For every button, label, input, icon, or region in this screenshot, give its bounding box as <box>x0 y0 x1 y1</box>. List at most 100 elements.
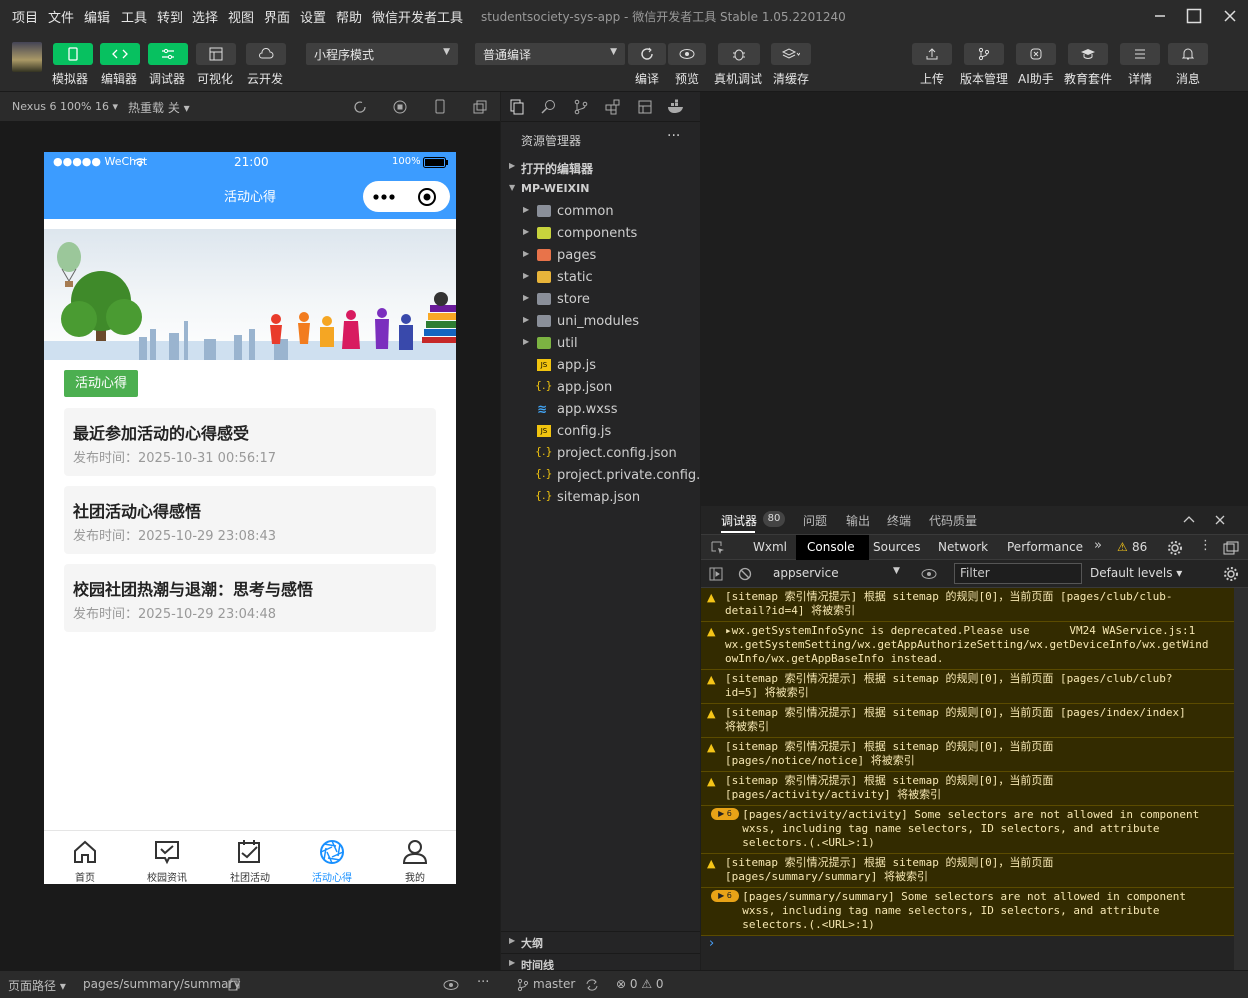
details-button[interactable] <box>1120 43 1160 65</box>
inspect-icon[interactable] <box>711 541 725 555</box>
tree-folder-pages[interactable]: ▶ pages <box>501 245 700 267</box>
rotate-icon[interactable] <box>353 100 367 114</box>
more-actions-icon[interactable]: ··· <box>667 128 680 144</box>
console-warning[interactable]: ▲ [sitemap 索引情况提示] 根据 sitemap 的规则[0]，当前页面… <box>701 588 1234 622</box>
more-dots-icon[interactable] <box>373 193 397 201</box>
copy-icon[interactable] <box>228 978 240 991</box>
menu-interface[interactable]: 界面 <box>264 7 290 26</box>
eye-icon[interactable] <box>921 568 937 580</box>
remote-debug-button[interactable] <box>718 43 760 65</box>
tab-summary[interactable]: 活动心得 <box>291 831 373 884</box>
menu-edit[interactable]: 编辑 <box>84 7 110 26</box>
tab-activities[interactable]: 社团活动 <box>209 831 291 884</box>
summary-card[interactable]: 校园社团热潮与退潮：思考与感悟 发布时间：2025-10-29 23:04:48 <box>64 564 436 632</box>
more-icon[interactable]: ··· <box>477 975 489 990</box>
category-tag[interactable]: 活动心得 <box>64 370 138 397</box>
chevron-down-icon[interactable]: ▼ <box>893 566 900 576</box>
docker-icon[interactable] <box>667 99 685 115</box>
cloud-button[interactable] <box>246 43 286 65</box>
menu-settings[interactable]: 设置 <box>300 7 326 26</box>
tree-folder-components[interactable]: ▶ components <box>501 223 700 245</box>
tab-home[interactable]: 首页 <box>44 831 126 884</box>
compile-select[interactable]: 普通编译 ▼ <box>475 43 625 65</box>
console-warning[interactable]: ▲ [sitemap 索引情况提示] 根据 sitemap 的规则[0]，当前页面… <box>701 704 1234 738</box>
tree-folder-store[interactable]: ▶ store <box>501 289 700 311</box>
console-warning[interactable]: ▲ [sitemap 索引情况提示] 根据 sitemap 的规则[0]，当前页面… <box>701 772 1234 806</box>
console-warning[interactable]: ▲ [sitemap 索引情况提示] 根据 sitemap 的规则[0]，当前页面… <box>701 738 1234 772</box>
tab-debugger[interactable]: 调试器 <box>721 512 757 529</box>
visual-button[interactable] <box>196 43 236 65</box>
tree-file-app-wxss[interactable]: ≋ app.wxss <box>501 399 700 421</box>
editor-button[interactable] <box>100 43 140 65</box>
problem-counts[interactable]: ⊗ 0 ⚠ 0 <box>616 977 664 991</box>
tab-news[interactable]: 校园资讯 <box>126 831 208 884</box>
extensions-icon[interactable] <box>605 99 621 115</box>
menu-tools[interactable]: 工具 <box>121 7 147 26</box>
menu-project[interactable]: 项目 <box>12 7 38 26</box>
console-warning[interactable]: ▶ 6 [pages/summary/summary] Some selecto… <box>701 888 1234 936</box>
sync-icon[interactable] <box>585 978 599 992</box>
phone-icon[interactable] <box>434 99 446 115</box>
tree-file-sitemap[interactable]: {.} sitemap.json <box>501 487 700 509</box>
tree-file-project-config[interactable]: {.} project.config.json <box>501 443 700 465</box>
tree-file-project-private-config[interactable]: {.} project.private.config.js... <box>501 465 700 487</box>
devtools-tab-wxml[interactable]: Wxml <box>753 540 787 554</box>
version-button[interactable] <box>964 43 1004 65</box>
tree-file-app-js[interactable]: JS app.js <box>501 355 700 377</box>
menu-goto[interactable]: 转到 <box>157 7 183 26</box>
storage-icon[interactable] <box>637 99 653 115</box>
popout-icon[interactable] <box>473 100 487 114</box>
maximize-button[interactable] <box>1179 4 1209 28</box>
compile-button[interactable] <box>628 43 666 65</box>
devtools-tab-sources[interactable]: Sources <box>873 540 920 554</box>
sidebar-toggle-icon[interactable] <box>709 567 723 581</box>
console-warning[interactable]: ▶ 6 [pages/activity/activity] Some selec… <box>701 806 1234 854</box>
mode-select[interactable]: 小程序模式 ▼ <box>306 43 458 65</box>
console-prompt[interactable]: › <box>709 936 714 951</box>
tree-folder-util[interactable]: ▶ util <box>501 333 700 355</box>
summary-card[interactable]: 最近参加活动的心得感受 发布时间：2025-10-31 00:56:17 <box>64 408 436 476</box>
filter-input[interactable]: Filter <box>954 563 1082 584</box>
simulator-button[interactable] <box>53 43 93 65</box>
debugger-button[interactable] <box>148 43 188 65</box>
eye-icon[interactable] <box>443 979 459 991</box>
messages-button[interactable] <box>1168 43 1208 65</box>
levels-select[interactable]: Default levels ▾ <box>1090 566 1182 580</box>
clear-console-icon[interactable] <box>738 567 752 581</box>
clear-cache-button[interactable] <box>771 43 811 65</box>
tab-problems[interactable]: 问题 <box>803 512 827 529</box>
devtools-tab-network[interactable]: Network <box>938 540 988 554</box>
gear-icon[interactable] <box>1167 540 1183 556</box>
outline-section[interactable]: ▶ 大纲 <box>501 931 700 953</box>
tab-code-quality[interactable]: 代码质量 <box>929 512 977 529</box>
page-path-select[interactable]: 页面路径 ▾ <box>8 977 66 994</box>
gear-icon[interactable] <box>1223 566 1239 582</box>
kebab-menu-icon[interactable]: ⋮ <box>1199 538 1212 553</box>
open-editors-section[interactable]: ▶ 打开的编辑器 <box>501 157 700 179</box>
devtools-tab-console[interactable]: Console <box>807 540 855 554</box>
tree-file-config-js[interactable]: JS config.js <box>501 421 700 443</box>
console-scrollbar[interactable] <box>1234 588 1248 970</box>
preview-button[interactable] <box>668 43 706 65</box>
tree-folder-common[interactable]: ▶ common <box>501 201 700 223</box>
tree-folder-uni-modules[interactable]: ▶ uni_modules <box>501 311 700 333</box>
close-button[interactable] <box>1215 4 1245 28</box>
menu-help[interactable]: 帮助 <box>336 7 362 26</box>
close-miniapp-icon[interactable] <box>417 187 437 207</box>
minimize-button[interactable] <box>1145 4 1175 28</box>
summary-card[interactable]: 社团活动心得感悟 发布时间：2025-10-29 23:08:43 <box>64 486 436 554</box>
device-select[interactable]: Nexus 6 100% 16 ▾ <box>12 100 118 113</box>
files-icon[interactable] <box>509 99 525 115</box>
more-tabs-icon[interactable]: » <box>1094 538 1102 553</box>
project-root[interactable]: ▼ MP-WEIXIN <box>501 179 700 201</box>
dock-icon[interactable] <box>1223 541 1239 555</box>
search-icon[interactable] <box>541 99 557 115</box>
menu-select[interactable]: 选择 <box>192 7 218 26</box>
avatar[interactable] <box>12 42 42 72</box>
menu-view[interactable]: 视图 <box>228 7 254 26</box>
tab-output[interactable]: 输出 <box>846 512 870 529</box>
console-warning[interactable]: ▲ [sitemap 索引情况提示] 根据 sitemap 的规则[0]，当前页面… <box>701 854 1234 888</box>
menu-wechat-devtools[interactable]: 微信开发者工具 <box>372 7 463 26</box>
tab-mine[interactable]: 我的 <box>374 831 456 884</box>
close-icon[interactable] <box>1215 515 1225 525</box>
